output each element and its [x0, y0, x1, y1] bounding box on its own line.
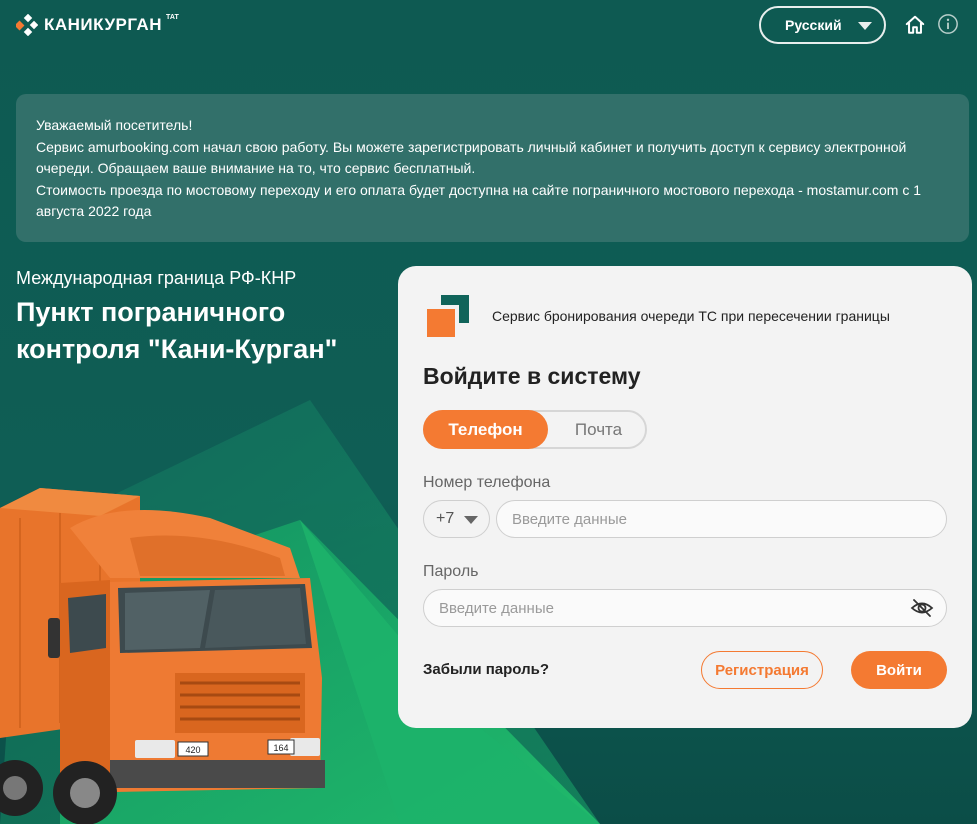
notice-service-text: Сервис amurbooking.com начал свою работу… — [36, 138, 907, 177]
phone-label: Номер телефона — [423, 474, 551, 491]
plate-left: 420 — [185, 745, 200, 755]
plate-right: 164 — [273, 743, 288, 753]
login-card: Сервис бронирования очереди ТС при перес… — [398, 266, 972, 728]
password-input[interactable] — [423, 589, 947, 627]
password-label: Пароль — [423, 563, 479, 580]
logo-suffix: ТАТ — [165, 13, 179, 21]
login-heading: Войдите в систему — [423, 363, 641, 389]
logo-icon — [16, 14, 38, 36]
notice-greeting: Уважаемый посетитель! — [36, 117, 193, 133]
info-icon[interactable] — [937, 13, 959, 35]
language-value: Русский — [785, 17, 842, 33]
phone-input[interactable] — [496, 500, 947, 538]
country-code-value: +7 — [436, 510, 455, 527]
notice-banner: Уважаемый посетитель! Сервис amurbooking… — [16, 94, 969, 242]
service-logo-icon — [427, 295, 469, 337]
home-icon[interactable] — [904, 14, 926, 36]
register-button[interactable]: Регистрация — [701, 651, 823, 689]
eye-off-icon[interactable] — [910, 596, 934, 620]
truck-illustration: 420 164 — [0, 488, 325, 824]
notice-payment-text: Стоимость проезда по мостовому переходу … — [36, 181, 922, 220]
chevron-down-icon — [464, 516, 478, 524]
logo-text: КАНИКУРГАН — [44, 15, 162, 34]
hero-subtitle: Международная граница РФ-КНР — [16, 268, 297, 288]
tab-phone[interactable]: Телефон — [423, 410, 548, 449]
forgot-password-link[interactable]: Забыли пароль? — [423, 661, 549, 678]
service-description: Сервис бронирования очереди ТС при перес… — [492, 308, 890, 324]
language-select[interactable]: Русский — [759, 6, 886, 44]
tab-email[interactable]: Почта — [548, 410, 649, 449]
brand-logo[interactable]: КАНИКУРГАН ТАТ — [16, 14, 181, 36]
login-button[interactable]: Войти — [851, 651, 947, 689]
chevron-down-icon — [858, 22, 872, 30]
country-code-select[interactable]: +7 — [423, 500, 490, 538]
hero-title: Пункт пограничного контроля "Кани-Курган… — [16, 297, 338, 364]
top-bar: КАНИКУРГАН ТАТ Русский — [0, 0, 977, 52]
login-method-tabs: Телефон Почта — [423, 410, 647, 449]
